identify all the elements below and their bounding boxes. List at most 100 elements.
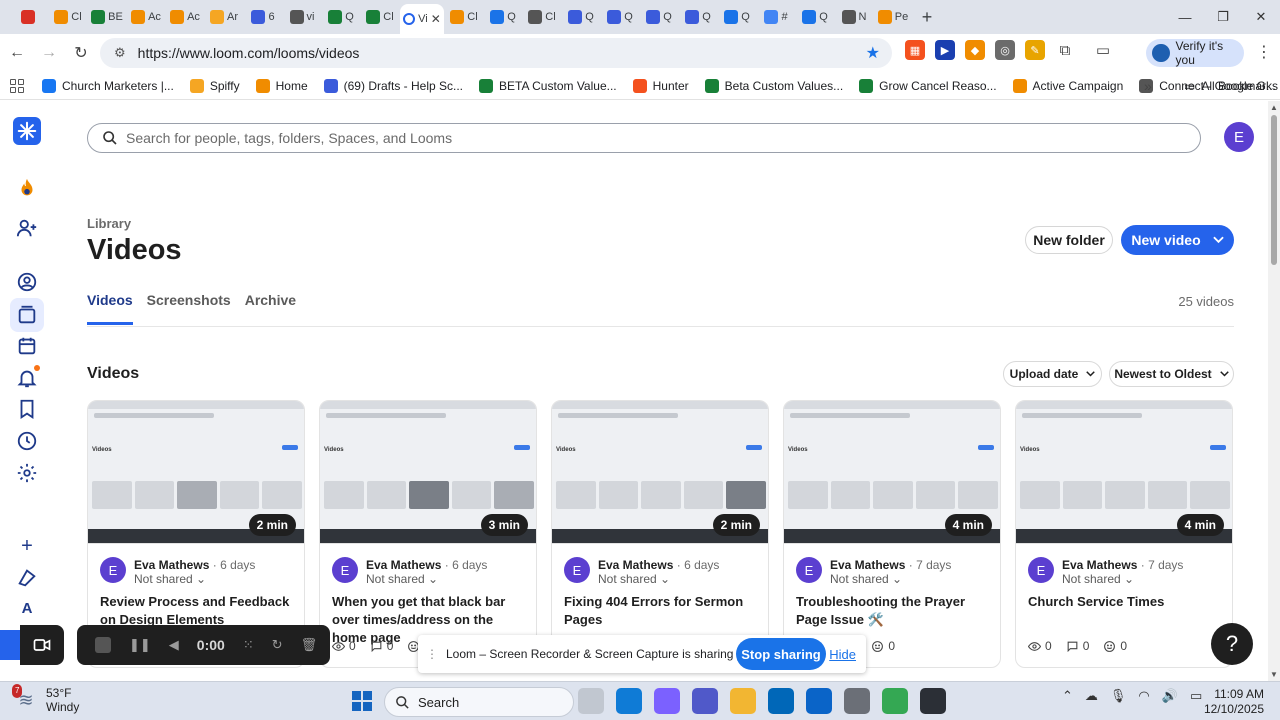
all-bookmarks-button[interactable]: ▭ All Bookmarks <box>1184 79 1278 93</box>
pause-icon[interactable]: ❚❚ <box>129 637 151 653</box>
author-name[interactable]: Eva Mathews <box>598 558 673 572</box>
sharing-status-dropdown[interactable]: Not shared ⌄ <box>1062 572 1134 586</box>
video-thumbnail[interactable]: Videos 2 min <box>552 401 768 544</box>
workspace-flame-icon[interactable] <box>10 171 44 205</box>
video-thumbnail[interactable]: Videos 4 min <box>1016 401 1232 544</box>
scroll-down-icon[interactable]: ▼ <box>1270 670 1278 679</box>
bookmark-item[interactable]: Home <box>255 78 308 93</box>
sharing-status-dropdown[interactable]: Not shared ⌄ <box>366 572 438 586</box>
sharing-status-dropdown[interactable]: Not shared ⌄ <box>134 572 206 586</box>
video-thumbnail[interactable]: Videos 3 min <box>320 401 536 544</box>
task-view-icon[interactable] <box>578 688 604 714</box>
delete-icon[interactable]: 🗑 <box>301 637 318 653</box>
notifications-bell-icon[interactable] <box>10 361 44 395</box>
sort-field-dropdown[interactable]: Upload date <box>1003 361 1102 387</box>
restore-icon[interactable]: ❐ <box>1204 0 1242 34</box>
workspace-shape-icon[interactable] <box>10 561 44 595</box>
help-button[interactable]: ? <box>1211 623 1253 665</box>
invite-user-icon[interactable] <box>10 211 44 245</box>
cloud-icon[interactable]: ☁ <box>1085 688 1098 704</box>
author-name[interactable]: Eva Mathews <box>134 558 209 572</box>
edge-icon[interactable] <box>616 688 642 714</box>
browser-tab[interactable]: N <box>835 4 873 30</box>
copilot-icon[interactable] <box>654 688 680 714</box>
browser-tab[interactable]: Cl <box>445 4 483 30</box>
browser-tab[interactable]: Q <box>484 4 522 30</box>
address-url[interactable]: https://www.loom.com/looms/videos <box>138 45 360 61</box>
bookmark-item[interactable]: Hunter <box>632 78 689 93</box>
minimize-icon[interactable]: — <box>1166 0 1204 34</box>
add-workspace-icon[interactable]: + <box>10 529 44 563</box>
address-bar[interactable]: ⚙ https://www.loom.com/looms/videos ★ <box>100 38 892 68</box>
teams-icon[interactable] <box>692 688 718 714</box>
new-folder-button[interactable]: New folder <box>1025 226 1113 254</box>
bookmark-item[interactable]: Grow Cancel Reaso... <box>859 78 997 93</box>
author-name[interactable]: Eva Mathews <box>366 558 441 572</box>
split-view-icon[interactable]: ▭ <box>1093 40 1113 60</box>
bookmark-star-icon[interactable]: ★ <box>866 43 880 63</box>
forward-icon[interactable]: → <box>34 38 64 68</box>
browser-tab[interactable]: Cl <box>361 4 399 30</box>
video-card[interactable]: Videos 3 min E Eva Mathews · 6 days Not shar… <box>319 400 537 668</box>
browser-tab[interactable]: Ac <box>127 4 165 30</box>
volume-icon[interactable]: 🔊 <box>1162 688 1178 704</box>
terminal-icon[interactable] <box>920 688 946 714</box>
browser-tab[interactable]: Q <box>718 4 756 30</box>
browser-tab[interactable]: 6 <box>244 4 282 30</box>
browser-tab[interactable]: Vi ✕ <box>400 4 444 34</box>
browser-menu-icon[interactable]: ⋮ <box>1256 42 1272 62</box>
extension-chart-icon[interactable]: ▦ <box>905 40 925 60</box>
video-title[interactable]: Review Process and Feedback on Design El… <box>100 593 296 629</box>
browser-tab[interactable]: vi <box>283 4 321 30</box>
apps-grid-icon[interactable] <box>10 78 24 93</box>
browser-tab[interactable]: Cl <box>523 4 561 30</box>
sort-order-dropdown[interactable]: Newest to Oldest <box>1109 361 1234 387</box>
browser-tab[interactable] <box>10 4 48 30</box>
close-window-icon[interactable]: ✕ <box>1242 0 1280 34</box>
mute-icon[interactable]: ◀ <box>169 637 179 653</box>
new-video-button[interactable]: New video <box>1121 225 1234 255</box>
new-tab-icon[interactable]: + <box>913 4 941 30</box>
drawing-icon[interactable]: ⁙ <box>243 637 254 653</box>
page-scrollbar[interactable]: ▲ ▼ <box>1268 101 1280 681</box>
video-thumbnail[interactable]: Videos 2 min <box>88 401 304 544</box>
loom-logo-icon[interactable] <box>13 117 41 145</box>
video-title[interactable]: Church Service Times <box>1028 593 1224 611</box>
sharing-status-dropdown[interactable]: Not shared ⌄ <box>598 572 670 586</box>
browser-tab[interactable]: Q <box>640 4 678 30</box>
breadcrumb[interactable]: Library <box>87 216 131 231</box>
reload-icon[interactable]: ↻ <box>66 38 96 68</box>
browser-tab[interactable]: Cl <box>49 4 87 30</box>
settings-gear-icon[interactable] <box>10 456 44 490</box>
browser-tab[interactable]: # <box>757 4 795 30</box>
library-icon[interactable] <box>10 298 44 332</box>
bookmarks-overflow-icon[interactable]: » <box>1144 78 1152 94</box>
drag-handle-icon[interactable]: ⋮ <box>426 647 438 661</box>
extension-arrow-icon[interactable]: ▶ <box>935 40 955 60</box>
author-avatar[interactable]: E <box>332 557 358 583</box>
browser-tab[interactable]: Ac <box>166 4 204 30</box>
browser-tab[interactable]: BE <box>88 4 126 30</box>
video-card[interactable]: Videos 4 min E Eva Mathews · 7 days Not shar… <box>1015 400 1233 668</box>
scrollbar-thumb[interactable] <box>1271 115 1277 265</box>
video-thumbnail[interactable]: Videos 4 min <box>784 401 1000 544</box>
video-card[interactable]: Videos 4 min E Eva Mathews · 7 days Not shar… <box>783 400 1001 668</box>
outlook-icon[interactable] <box>806 688 832 714</box>
extension-openai-icon[interactable]: ◎ <box>995 40 1015 60</box>
tab-videos[interactable]: Videos <box>87 292 133 325</box>
bookmark-icon[interactable] <box>10 392 44 426</box>
author-name[interactable]: Eva Mathews <box>1062 558 1137 572</box>
author-avatar[interactable]: E <box>796 557 822 583</box>
author-avatar[interactable]: E <box>564 557 590 583</box>
browser-tab[interactable]: Q <box>322 4 360 30</box>
tab-screenshots[interactable]: Screenshots <box>147 292 231 325</box>
profile-verify-button[interactable]: Verify it's you <box>1146 39 1244 67</box>
weather-widget[interactable]: ≋ 7 53°F Windy <box>12 684 79 714</box>
bookmark-item[interactable]: Beta Custom Values... <box>704 78 843 93</box>
browser-tab[interactable]: Pe <box>874 4 912 30</box>
user-avatar[interactable]: E <box>1224 122 1254 152</box>
extension-flame-icon[interactable]: ◆ <box>965 40 985 60</box>
tray-overflow-icon[interactable]: ⌃ <box>1062 688 1073 704</box>
workspace-a-icon[interactable]: A <box>10 591 44 625</box>
browser-tab[interactable]: Ar <box>205 4 243 30</box>
